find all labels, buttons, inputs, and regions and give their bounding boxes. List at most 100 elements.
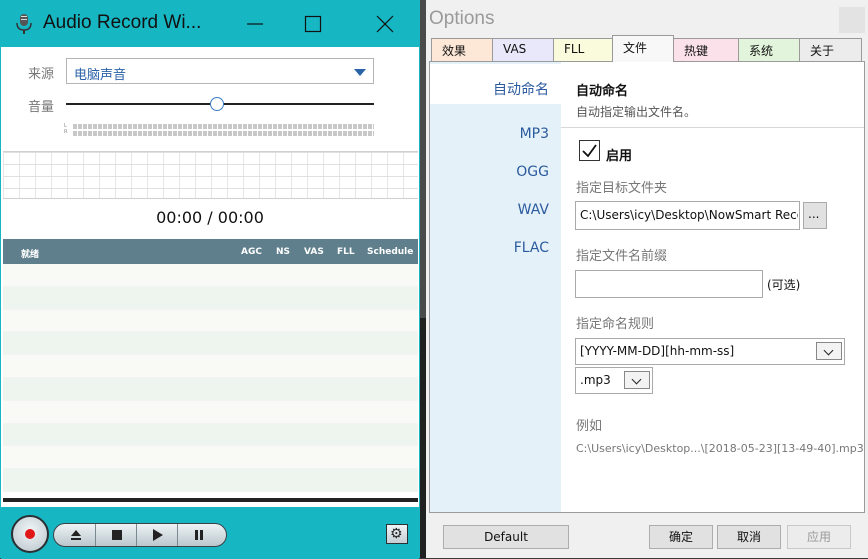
browse-label: ... (808, 207, 820, 221)
record-button[interactable] (11, 515, 49, 553)
example-value: C:\Users\icy\Desktop...\[2018-05-23][13-… (576, 442, 864, 455)
nav-item-auto-naming[interactable]: 自动命名 (430, 64, 561, 104)
browse-button[interactable]: ... (803, 202, 827, 229)
extension-value: .mp3 (580, 373, 611, 387)
maximize-icon (304, 15, 322, 33)
list-row[interactable] (3, 309, 418, 333)
list-row[interactable] (3, 332, 418, 356)
tab-vas[interactable]: VAS (492, 38, 554, 61)
source-value: 电脑声音 (74, 68, 127, 83)
volume-slider-thumb[interactable] (209, 97, 224, 111)
title-bar: Audio Record Wi... (1, 1, 419, 47)
list-row[interactable] (3, 446, 418, 470)
waveform-grid (3, 151, 418, 199)
microphone-icon (16, 14, 32, 34)
tab-about[interactable]: 关于 (799, 38, 862, 61)
nav-item-ogg[interactable]: OGG (516, 164, 549, 180)
close-icon (376, 15, 394, 33)
col-fll[interactable]: FLL (337, 247, 355, 257)
section-title: 自动命名 (576, 84, 629, 99)
pause-button[interactable] (179, 524, 219, 546)
transport-controls (53, 523, 227, 547)
options-window: Options 效果 VAS FLL 文件 热键 系统 关于 自动命名 MP3 … (426, 0, 868, 558)
options-nav: 自动命名 MP3 OGG WAV FLAC (430, 62, 561, 512)
tab-fll[interactable]: FLL (553, 38, 613, 61)
record-icon (25, 529, 35, 539)
rule-label: 指定命名规则 (576, 317, 655, 332)
tab-effects[interactable]: 效果 (431, 38, 493, 61)
window-title: Audio Record Wi... (43, 12, 202, 33)
prefix-input[interactable] (575, 270, 763, 298)
tab-label: 文件 (623, 41, 648, 55)
options-title: Options (429, 8, 495, 29)
tab-label: 效果 (442, 44, 467, 58)
tab-file[interactable]: 文件 (612, 35, 674, 62)
chevron-down-icon (816, 342, 842, 360)
folder-value: C:\Users\icy\Desktop\NowSmart Reco (580, 208, 798, 222)
rule-select[interactable]: [YYYY-MM-DD][hh-mm-ss] (575, 338, 845, 365)
progress-bar[interactable] (3, 498, 418, 502)
list-row[interactable] (3, 377, 418, 401)
apply-button[interactable]: 应用 (787, 525, 851, 549)
list-row[interactable] (3, 286, 418, 310)
tab-label: VAS (503, 42, 527, 56)
cancel-button[interactable]: 取消 (717, 525, 781, 549)
audio-recorder-window: Audio Record Wi... 来源 电脑声音 音量 L R 00:00 … (0, 0, 420, 559)
play-button[interactable] (138, 524, 178, 546)
enable-label[interactable]: 启用 (606, 145, 632, 164)
col-status[interactable]: 就绪 (21, 247, 39, 260)
level-meters: L R (64, 123, 376, 137)
source-select[interactable]: 电脑声音 (66, 58, 374, 84)
nav-item-wav[interactable]: WAV (518, 202, 549, 218)
list-row[interactable] (3, 264, 418, 287)
tab-label: 系统 (749, 44, 774, 58)
col-schedule[interactable]: Schedule (367, 247, 413, 257)
chevron-down-icon (624, 371, 650, 389)
maximize-button[interactable] (289, 1, 337, 47)
time-display: 00:00 / 00:00 (156, 208, 264, 227)
table-header: 就绪 AGC NS VAS FLL Schedule (3, 239, 418, 264)
section-description: 自动指定输出文件名。 (576, 105, 697, 119)
tab-hotkeys[interactable]: 热键 (673, 38, 739, 61)
list-row[interactable] (3, 423, 418, 447)
close-button[interactable] (361, 1, 409, 47)
nav-item-flac[interactable]: FLAC (514, 240, 549, 256)
play-icon (153, 529, 163, 541)
tab-system[interactable]: 系统 (738, 38, 800, 61)
rule-value: [YYYY-MM-DD][hh-mm-ss] (580, 344, 735, 358)
col-agc[interactable]: AGC (241, 247, 262, 257)
default-button[interactable]: Default (443, 525, 569, 549)
meter-left (73, 124, 374, 129)
settings-button[interactable]: ⚙ (386, 524, 408, 544)
extension-select[interactable]: .mp3 (575, 367, 653, 394)
record-list[interactable] (3, 264, 418, 492)
eject-icon (71, 530, 81, 540)
nav-item-mp3[interactable]: MP3 (520, 126, 549, 142)
nav-label: 自动命名 (493, 82, 549, 98)
list-row[interactable] (3, 355, 418, 378)
ok-button[interactable]: 确定 (649, 525, 713, 549)
dropdown-arrow-icon (354, 69, 366, 76)
eject-button[interactable] (56, 524, 96, 546)
tab-label: 热键 (684, 44, 709, 58)
col-ns[interactable]: NS (276, 247, 290, 257)
list-row[interactable] (3, 469, 418, 492)
source-label: 来源 (28, 67, 55, 82)
tab-label: 关于 (810, 44, 835, 58)
example-label: 例如 (576, 419, 603, 434)
stop-button[interactable] (97, 524, 137, 546)
volume-label: 音量 (28, 100, 55, 115)
enable-checkbox[interactable] (579, 140, 600, 161)
pause-icon (195, 530, 203, 540)
prefix-label: 指定文件名前缀 (576, 249, 668, 264)
minimize-icon (247, 23, 263, 25)
tab-label: FLL (564, 42, 585, 56)
close-button[interactable] (839, 7, 865, 33)
list-row[interactable] (3, 400, 418, 424)
folder-input[interactable]: C:\Users\icy\Desktop\NowSmart Reco (575, 201, 800, 230)
prefix-hint: (可选) (767, 278, 801, 292)
meter-label-right: R (64, 129, 68, 135)
checkmark-icon (582, 144, 597, 158)
col-vas[interactable]: VAS (304, 247, 324, 257)
minimize-button[interactable] (231, 1, 279, 47)
